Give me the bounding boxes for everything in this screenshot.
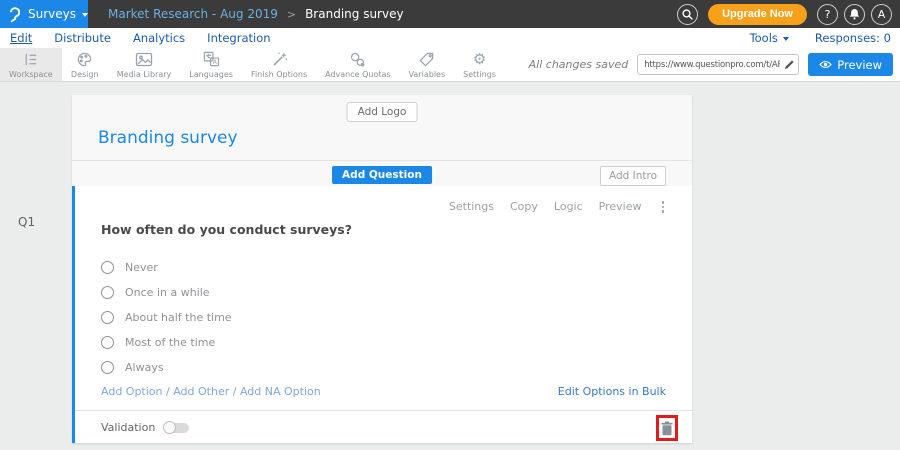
notifications-button[interactable] (844, 4, 865, 25)
question-settings-link[interactable]: Settings (449, 200, 494, 213)
help-button[interactable]: ? (817, 4, 838, 25)
chevron-down-icon (783, 37, 789, 41)
toolbar-item-design[interactable]: Design (62, 48, 108, 81)
divider (72, 160, 692, 161)
highlight-box (656, 415, 678, 441)
search-button[interactable] (677, 4, 698, 25)
toolbar-right: All changes saved Preview (529, 48, 900, 81)
tools-menu[interactable]: Tools (750, 31, 789, 45)
nav-right: Tools Responses: 0 (750, 31, 900, 45)
option-row[interactable]: Always (101, 355, 232, 380)
question-preview-link[interactable]: Preview (599, 200, 642, 213)
avatar[interactable]: A (871, 4, 892, 25)
radio-icon[interactable] (101, 361, 114, 374)
magic-wand-icon (271, 51, 288, 68)
more-options-icon[interactable] (658, 199, 669, 215)
toolbar-item-variables[interactable]: Variables (400, 48, 455, 81)
validation-label: Validation (101, 421, 155, 434)
add-na-option-link[interactable]: Add NA Option (240, 385, 321, 398)
add-intro-button[interactable]: Add Intro (600, 166, 666, 186)
gear-icon: ⚙ (473, 51, 486, 68)
survey-title[interactable]: Branding survey (98, 128, 238, 148)
pencil-icon (784, 59, 795, 70)
radio-icon[interactable] (101, 261, 114, 274)
trash-icon (661, 421, 673, 436)
search-icon (682, 9, 693, 20)
edit-url-button[interactable] (784, 59, 795, 70)
question-card: Settings Copy Logic Preview How often do… (72, 186, 692, 443)
chevron-down-icon (82, 13, 88, 17)
toolbar-item-finish-options[interactable]: Finish Options (242, 48, 316, 81)
question-number-label: Q1 (18, 215, 35, 229)
link-separator: / (163, 385, 174, 398)
palette-icon (76, 51, 93, 68)
toolbar-item-advance-quotas[interactable]: Advance Quotas (316, 48, 399, 81)
survey-toolbar: Workspace Design Media Library A Languag… (0, 48, 900, 82)
question-copy-link[interactable]: Copy (510, 200, 538, 213)
tools-label: Tools (750, 31, 778, 45)
radio-icon[interactable] (101, 336, 114, 349)
tab-analytics[interactable]: Analytics (133, 31, 185, 45)
question-text[interactable]: How often do you conduct surveys? (101, 222, 352, 237)
toolbar-item-languages[interactable]: A Languages (180, 48, 242, 81)
nav-bar: Edit Distribute Analytics Integration To… (0, 28, 900, 48)
validation-toggle[interactable] (163, 421, 189, 434)
tab-integration[interactable]: Integration (207, 31, 270, 45)
link-separator: / (229, 385, 240, 398)
topbar-actions: Upgrade Now ? A (677, 4, 900, 25)
breadcrumb-parent-link[interactable]: Market Research - Aug 2019 (108, 7, 278, 21)
radio-icon[interactable] (101, 286, 114, 299)
breadcrumb: Market Research - Aug 2019 > Branding su… (108, 7, 404, 21)
add-question-button[interactable]: Add Question (332, 166, 432, 184)
bell-icon (849, 8, 860, 20)
workspace-icon (22, 51, 39, 68)
preview-label: Preview (837, 58, 882, 72)
option-row[interactable]: Once in a while (101, 280, 232, 305)
add-other-link[interactable]: Add Other (173, 385, 229, 398)
top-bar: Surveys Market Research - Aug 2019 > Bra… (0, 0, 900, 28)
option-row[interactable]: Most of the time (101, 330, 232, 355)
option-row[interactable]: Never (101, 255, 232, 280)
answer-options-list: Never Once in a while About half the tim… (101, 255, 232, 380)
add-logo-button[interactable]: Add Logo (347, 102, 418, 122)
surveys-menu[interactable]: Surveys (0, 0, 88, 28)
toolbar-item-media-library[interactable]: Media Library (108, 48, 181, 81)
tab-distribute[interactable]: Distribute (54, 31, 111, 45)
eye-icon (819, 60, 832, 69)
survey-url-wrap (637, 54, 799, 75)
survey-editor-card: Add Logo Branding survey Add Question Ad… (72, 95, 692, 443)
toolbar-item-workspace[interactable]: Workspace (0, 48, 62, 81)
product-label: Surveys (28, 7, 76, 21)
edit-options-in-bulk-link[interactable]: Edit Options in Bulk (558, 385, 666, 398)
tag-icon (418, 51, 435, 68)
chain-link-icon (349, 51, 366, 68)
tab-edit[interactable]: Edit (10, 31, 32, 45)
image-icon (135, 51, 153, 68)
upgrade-now-button[interactable]: Upgrade Now (708, 4, 807, 25)
question-menu: Settings Copy Logic Preview (449, 199, 668, 215)
breadcrumb-separator: > (287, 8, 296, 21)
add-option-link[interactable]: Add Option (101, 385, 163, 398)
questionpro-logo-icon (9, 5, 21, 24)
survey-header-section: Add Logo Branding survey Add Question Ad… (72, 95, 692, 186)
survey-url-input[interactable] (637, 54, 799, 75)
question-logic-link[interactable]: Logic (554, 200, 583, 213)
divider (75, 410, 692, 411)
preview-button[interactable]: Preview (808, 53, 893, 76)
responses-count[interactable]: Responses: 0 (815, 31, 891, 45)
save-status: All changes saved (529, 58, 629, 71)
delete-question-button[interactable] (661, 421, 673, 436)
toolbar-item-settings[interactable]: ⚙ Settings (454, 48, 505, 81)
radio-icon[interactable] (101, 311, 114, 324)
option-actions: Add Option / Add Other / Add NA Option (101, 385, 321, 398)
breadcrumb-current: Branding survey (305, 7, 404, 21)
validation-row: Validation (101, 421, 189, 434)
option-row[interactable]: About half the time (101, 305, 232, 330)
translate-icon: A (203, 51, 220, 68)
